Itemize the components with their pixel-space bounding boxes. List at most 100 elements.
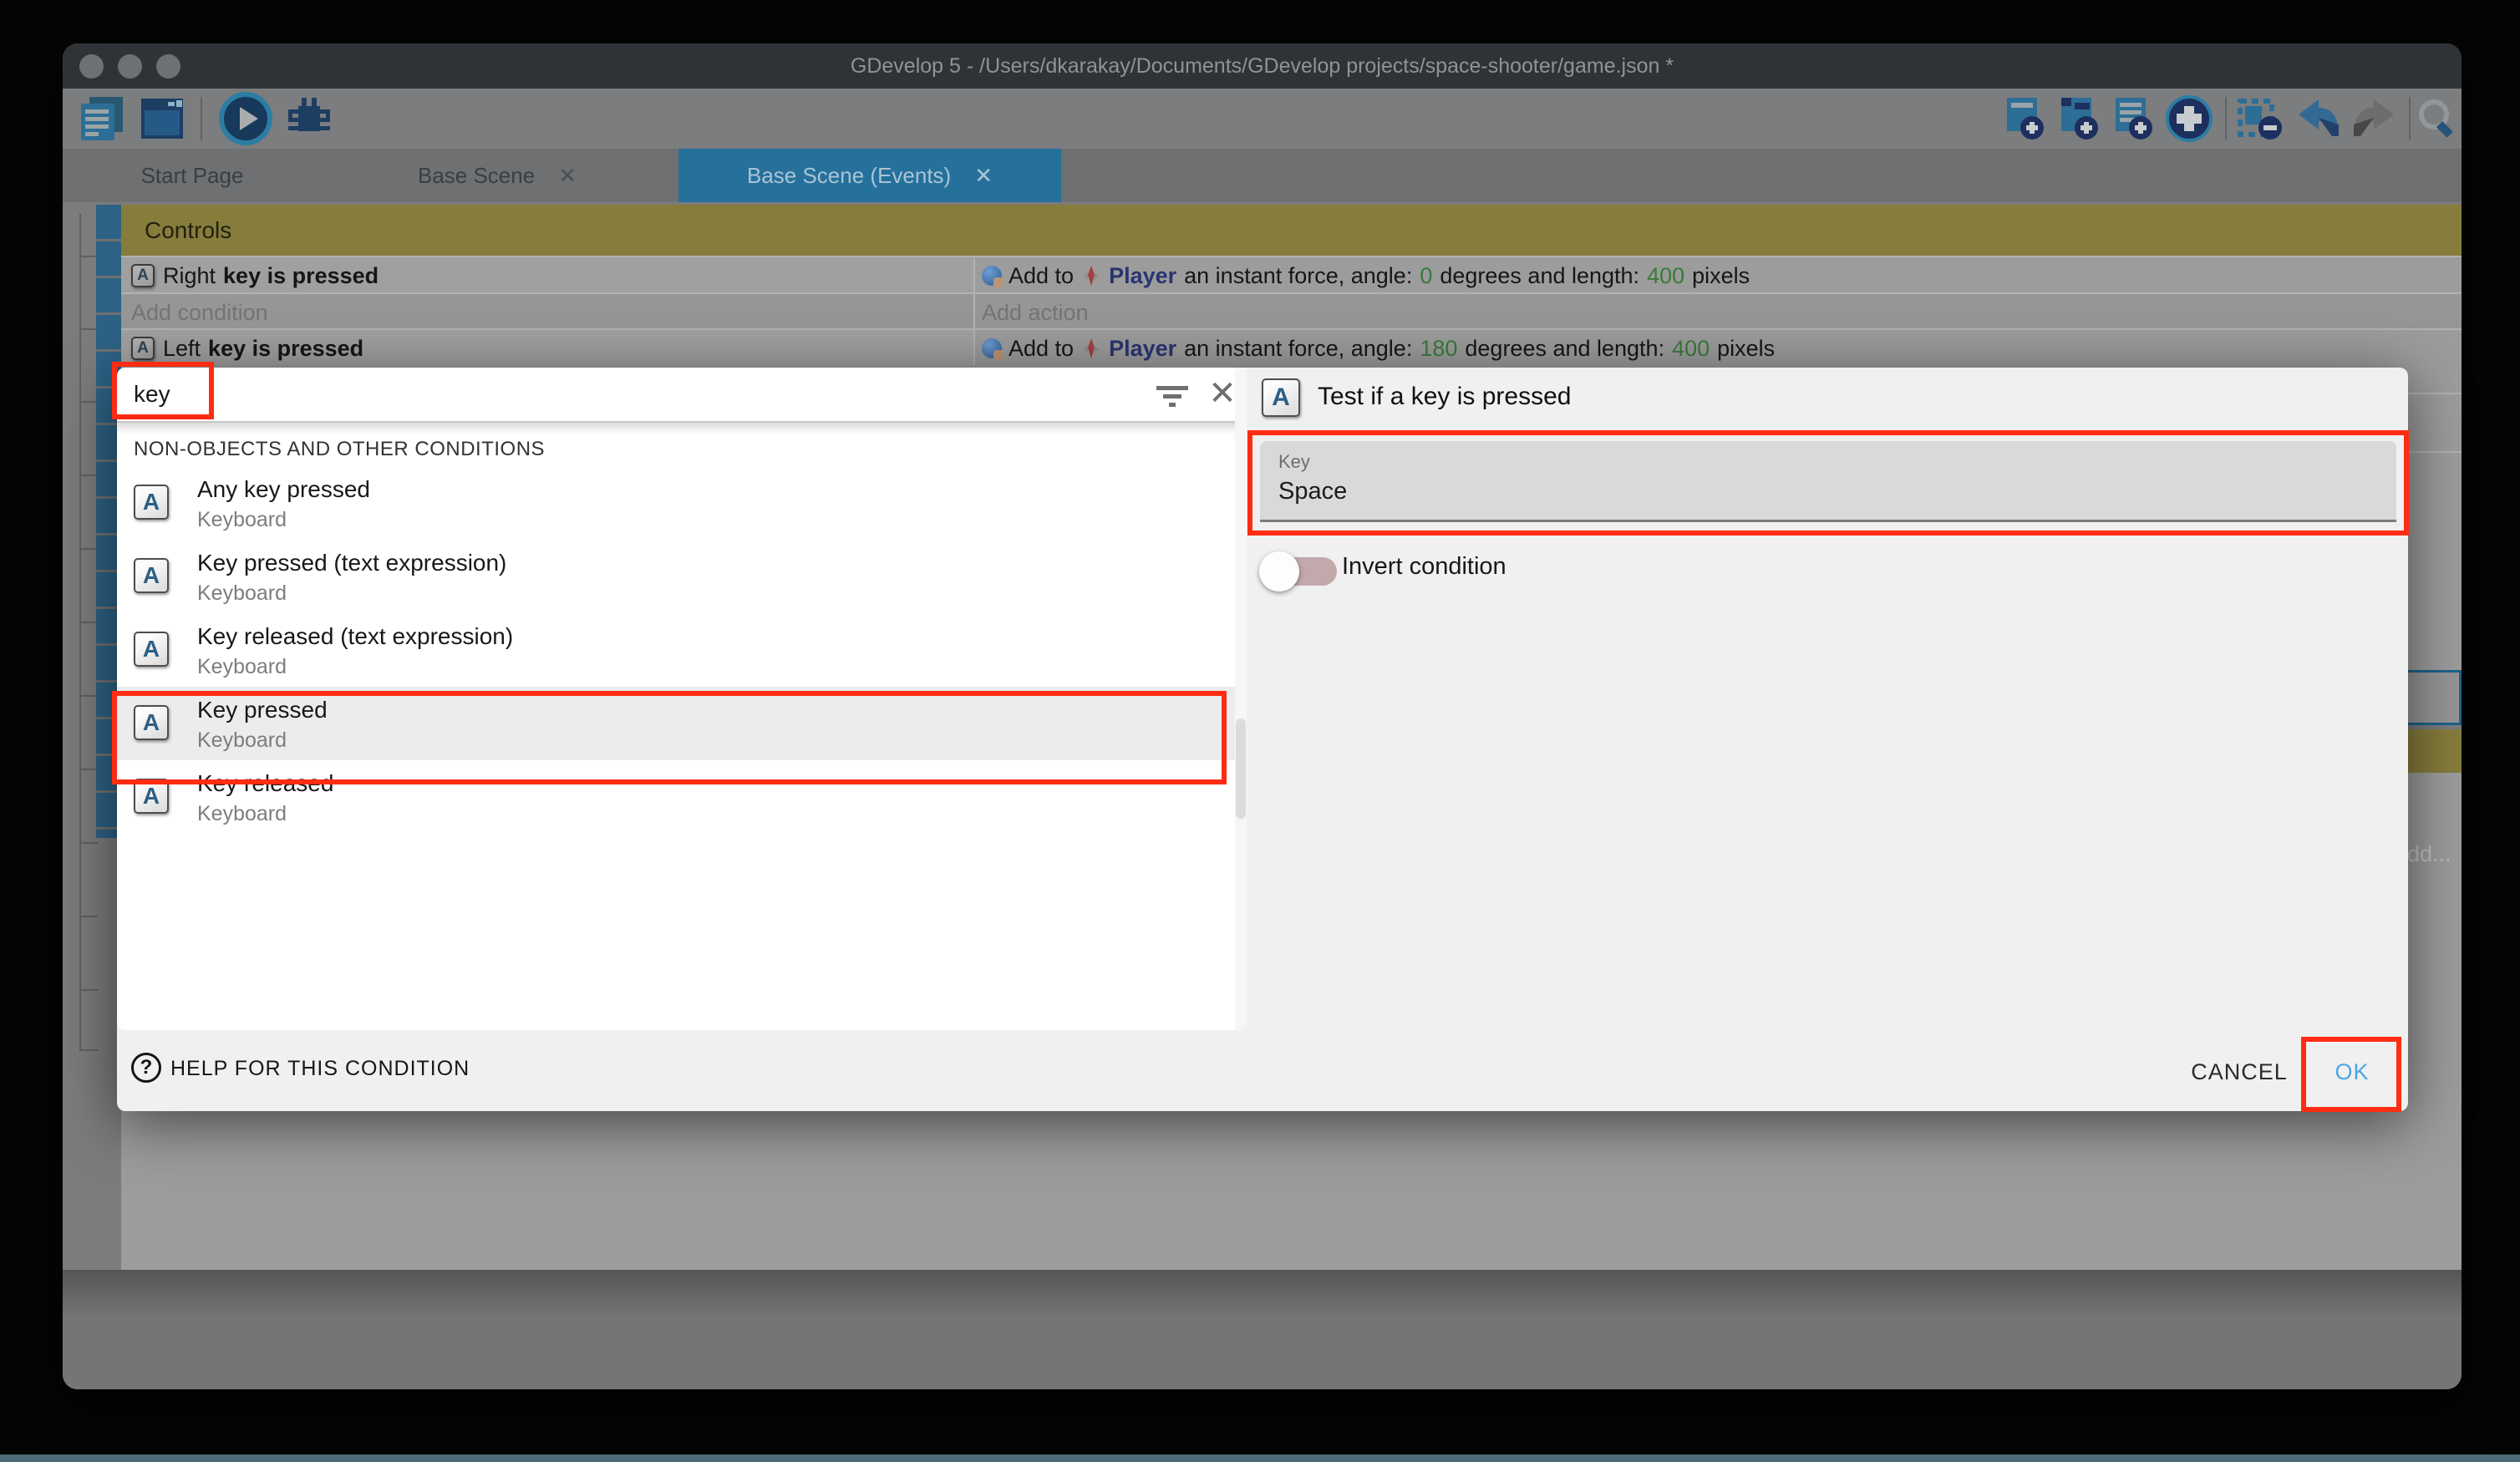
event-tree-tick: [79, 256, 98, 257]
event-tree-tick: [79, 475, 98, 476]
scrollbar[interactable]: [1235, 368, 1247, 1030]
action-cell[interactable]: Add to Player an instant force, angle: 0…: [973, 257, 2462, 294]
scroll-shadow: [117, 423, 1247, 434]
event-tree-tick: [79, 548, 98, 550]
player-sprite-icon: [1080, 265, 1102, 287]
add-condition-button[interactable]: Add condition: [121, 294, 973, 331]
action-length-value: 400: [1672, 336, 1710, 362]
condition-text: key is pressed: [208, 336, 363, 362]
tab-base-scene[interactable]: Base Scene ✕: [338, 149, 656, 202]
event-tree-tick: [79, 328, 98, 330]
add-subevent-icon[interactable]: [2055, 94, 2102, 144]
list-item-key-released-text-expression[interactable]: A Key released (text expression) Keyboar…: [117, 613, 1235, 687]
main-toolbar: [63, 89, 2462, 149]
action-unit: pixels: [1717, 336, 1775, 362]
toolbar-separator: [2409, 97, 2411, 140]
editor-tab-bar: Start Page Base Scene ✕ Base Scene (Even…: [63, 149, 2462, 202]
event-tree-tick: [79, 769, 98, 770]
cancel-button[interactable]: CANCEL: [2168, 1051, 2310, 1093]
screenshot-page: GDevelop 5 - /Users/dkarakay/Documents/G…: [0, 0, 2520, 1462]
event-tree-tick: [79, 1049, 98, 1051]
toggle-thumb[interactable]: [1259, 551, 1299, 591]
toolbar-separator: [2225, 97, 2227, 140]
add-circle-icon[interactable]: [2164, 94, 2214, 144]
event-row: A Left key is pressed Add to Player an: [121, 328, 2462, 367]
item-subtitle: Keyboard: [197, 508, 287, 532]
tab-label: Base Scene (Events): [747, 163, 951, 189]
close-tab-icon[interactable]: ✕: [558, 163, 577, 189]
condition-cell[interactable]: A Right key is pressed: [121, 257, 973, 294]
action-unit: pixels: [1692, 263, 1750, 289]
filter-icon[interactable]: [1153, 376, 1191, 414]
list-item-key-pressed-text-expression[interactable]: A Key pressed (text expression) Keyboard: [117, 540, 1235, 613]
debug-icon[interactable]: [282, 94, 335, 144]
event-group-controls[interactable]: Controls: [121, 205, 2462, 256]
action-text: degrees and length:: [1465, 336, 1664, 362]
annotation-box-search: [112, 362, 214, 419]
tab-start-page[interactable]: Start Page: [88, 149, 297, 202]
action-text: degrees and length:: [1440, 263, 1639, 289]
force-action-icon: [982, 266, 1002, 286]
project-manager-icon[interactable]: [76, 94, 128, 144]
keyboard-key-icon: A: [131, 337, 155, 360]
add-comment-icon[interactable]: [2110, 94, 2157, 144]
item-subtitle: Keyboard: [197, 802, 287, 826]
app-background: [63, 1270, 2462, 1389]
tab-label: Start Page: [141, 163, 244, 189]
item-title: Any key pressed: [197, 476, 370, 503]
action-text: an instant force, angle:: [1184, 336, 1412, 362]
condition-param: Left: [163, 336, 201, 362]
annotation-box-key-field: [1247, 430, 2409, 536]
window-title: GDevelop 5 - /Users/dkarakay/Documents/G…: [63, 43, 2462, 89]
action-cell[interactable]: Add to Player an instant force, angle: 1…: [973, 330, 2462, 367]
event-tree-line: [79, 214, 81, 1049]
redo-icon[interactable]: [2349, 94, 2401, 144]
tab-base-scene-events[interactable]: Base Scene (Events) ✕: [678, 149, 1061, 202]
invert-condition-label: Invert condition: [1342, 553, 1506, 581]
action-angle-value: 0: [1420, 263, 1432, 289]
help-icon[interactable]: ?: [131, 1053, 161, 1083]
event-tree-tick: [79, 695, 98, 697]
close-tab-icon[interactable]: ✕: [974, 163, 993, 189]
condition-cell[interactable]: A Left key is pressed: [121, 330, 973, 367]
play-icon[interactable]: [217, 94, 274, 144]
annotation-box-key-pressed-item: [112, 691, 1227, 784]
condition-editor-title: Test if a key is pressed: [1318, 383, 1571, 411]
action-label: Add to: [1009, 336, 1074, 362]
event-tree-tick: [79, 916, 98, 917]
item-subtitle: Keyboard: [197, 581, 287, 606]
action-object: Player: [1109, 263, 1176, 289]
keyboard-key-icon: A: [1262, 378, 1300, 417]
scrollbar-thumb[interactable]: [1236, 718, 1246, 819]
add-event-icon[interactable]: [2001, 94, 2048, 144]
event-tree-tick: [79, 989, 98, 991]
remove-selection-icon[interactable]: [2235, 94, 2285, 144]
action-object: Player: [1109, 336, 1176, 362]
action-angle-value: 180: [1420, 336, 1457, 362]
keyboard-key-icon: A: [131, 264, 155, 287]
screen-bottom-strip: [0, 1454, 2520, 1462]
event-group-label: Controls: [145, 217, 231, 244]
search-icon[interactable]: [2415, 94, 2462, 144]
add-new-event-clipped-label[interactable]: dd...: [2407, 841, 2451, 867]
scene-editor-icon[interactable]: [136, 94, 188, 144]
annotation-box-ok: [2301, 1037, 2401, 1112]
section-header: NON-OBJECTS AND OTHER CONDITIONS: [134, 438, 545, 461]
action-text: an instant force, angle:: [1184, 263, 1412, 289]
force-action-icon: [982, 338, 1002, 358]
add-action-label: Add action: [982, 300, 1089, 326]
item-subtitle: Keyboard: [197, 655, 287, 679]
list-item-any-key-pressed[interactable]: A Any key pressed Keyboard: [117, 466, 1235, 540]
item-title: Key pressed (text expression): [197, 550, 506, 576]
keyboard-key-icon: A: [134, 485, 169, 520]
action-length-value: 400: [1647, 263, 1684, 289]
event-tree-tick: [79, 401, 98, 403]
condition-param: Right: [163, 263, 216, 289]
action-label: Add to: [1009, 263, 1074, 289]
event-tree-tick: [79, 622, 98, 623]
add-action-button[interactable]: Add action: [973, 294, 2462, 331]
undo-icon[interactable]: [2292, 94, 2344, 144]
help-link[interactable]: HELP FOR THIS CONDITION: [170, 1057, 470, 1081]
item-title: Key released (text expression): [197, 623, 513, 650]
condition-text: key is pressed: [223, 263, 379, 289]
